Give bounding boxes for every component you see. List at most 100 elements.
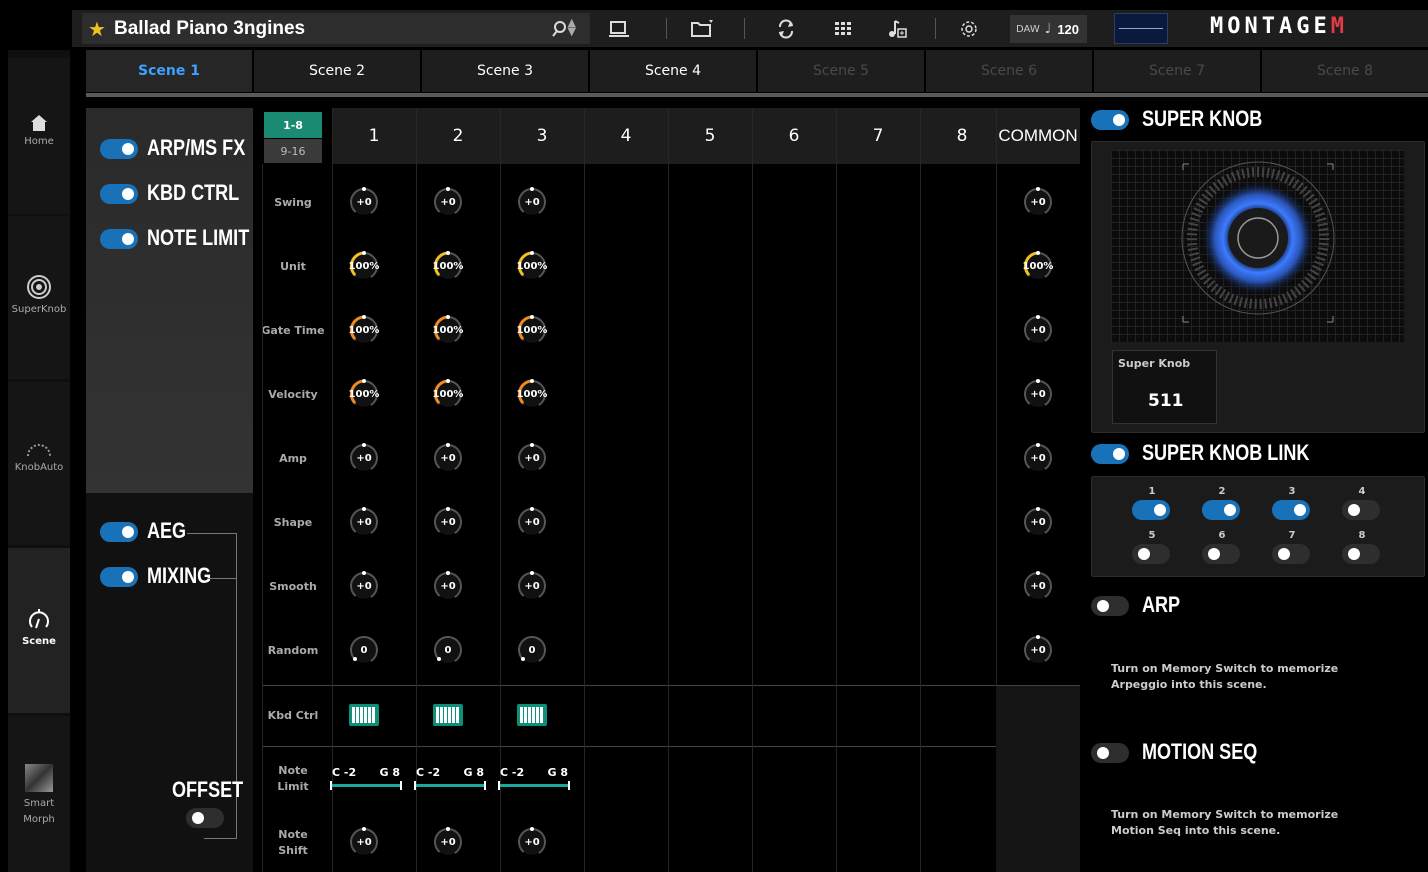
part-column-header-2: 2	[416, 108, 500, 164]
random-knob-part-3[interactable]: 0	[516, 634, 548, 666]
part-range-1-8-button[interactable]: 1-8	[264, 112, 322, 138]
link-part-toggle-1[interactable]	[1132, 500, 1170, 520]
gate-time-knob-part-2[interactable]: 100%	[432, 314, 464, 346]
aeg-toggle[interactable]	[100, 522, 138, 542]
swing-knob-part-1[interactable]: +0	[348, 186, 380, 218]
link-part-toggle-2[interactable]	[1202, 500, 1240, 520]
daw-tempo-button[interactable]: DAW ♩ 120	[1010, 15, 1087, 43]
note-shift-knob-part-2[interactable]: +0	[432, 826, 464, 858]
sync-icon[interactable]	[771, 14, 801, 43]
link-part-toggle-7[interactable]	[1272, 544, 1310, 564]
link-part-toggle-4[interactable]	[1342, 500, 1380, 520]
motion-seq-memory-toggle[interactable]	[1091, 743, 1129, 763]
tab-scene-8[interactable]: Scene 8	[1262, 50, 1428, 92]
unit-knob-part-2[interactable]: 100%	[432, 250, 464, 282]
favorite-star-icon[interactable]: ★	[88, 17, 114, 41]
row-label-amp: Amp	[279, 452, 307, 465]
tab-scene-7[interactable]: Scene 7	[1094, 50, 1260, 92]
nav-scene[interactable]: Scene	[8, 548, 70, 713]
random-knob-part-1[interactable]: 0	[348, 634, 380, 666]
knob-value: +0	[1030, 580, 1046, 592]
amp-knob-common[interactable]: +0	[1022, 442, 1054, 474]
note-limit-low: C -2	[500, 766, 525, 779]
search-icon[interactable]	[544, 14, 574, 43]
smooth-knob-part-1[interactable]: +0	[348, 570, 380, 602]
amp-knob-part-3[interactable]: +0	[516, 442, 548, 474]
link-part-toggle-8[interactable]	[1342, 544, 1380, 564]
gate-time-knob-part-3[interactable]: 100%	[516, 314, 548, 346]
knob-value: +0	[524, 196, 540, 208]
random-knob-common[interactable]: +0	[1022, 634, 1054, 666]
link-part-toggle-5[interactable]	[1132, 544, 1170, 564]
amp-knob-part-2[interactable]: +0	[432, 442, 464, 474]
tab-scene-1[interactable]: Scene 1	[86, 50, 252, 92]
column-divider	[752, 108, 753, 872]
folder-icon[interactable]	[687, 14, 717, 43]
tab-scene-4[interactable]: Scene 4	[590, 50, 756, 92]
keyboard-icon-part-1[interactable]	[349, 704, 379, 726]
super-knob-link-title: SUPER KNOB LINK	[1142, 440, 1310, 465]
mixing-toggle[interactable]	[100, 567, 138, 587]
knob-value: +0	[524, 580, 540, 592]
nav-superknob[interactable]: SuperKnob	[8, 216, 70, 379]
amp-knob-part-1[interactable]: +0	[348, 442, 380, 474]
smooth-knob-part-2[interactable]: +0	[432, 570, 464, 602]
swing-knob-part-3[interactable]: +0	[516, 186, 548, 218]
nav-home[interactable]: Home	[8, 58, 70, 214]
kbd-ctrl-toggle[interactable]	[100, 184, 138, 204]
arp-memory-toggle[interactable]	[1091, 596, 1129, 616]
random-knob-part-2[interactable]: 0	[432, 634, 464, 666]
link-part-toggle-3[interactable]	[1272, 500, 1310, 520]
row-label-kbd-ctrl: Kbd Ctrl	[267, 709, 319, 722]
smooth-knob-part-3[interactable]: +0	[516, 570, 548, 602]
unit-knob-part-3[interactable]: 100%	[516, 250, 548, 282]
gate-time-knob-common[interactable]: +0	[1022, 314, 1054, 346]
note-plus-icon[interactable]	[882, 14, 912, 43]
velocity-knob-part-1[interactable]: 100%	[348, 378, 380, 410]
settings-gear-icon[interactable]	[954, 14, 984, 43]
note-shift-knob-part-3[interactable]: +0	[516, 826, 548, 858]
shape-knob-part-2[interactable]: +0	[432, 506, 464, 538]
unit-knob-part-1[interactable]: 100%	[348, 250, 380, 282]
super-knob-toggle[interactable]	[1091, 110, 1129, 130]
part-range-9-16-button[interactable]: 9-16	[264, 139, 322, 163]
note-limit-low: C -2	[332, 766, 357, 779]
note-shift-knob-part-1[interactable]: +0	[348, 826, 380, 858]
smooth-knob-common[interactable]: +0	[1022, 570, 1054, 602]
note-limit-range-part-2[interactable]: C -2 G 8	[412, 766, 488, 790]
tab-scene-5[interactable]: Scene 5	[758, 50, 924, 92]
super-knob-value-box[interactable]: Super Knob 511	[1112, 350, 1217, 424]
knob-value: +0	[356, 516, 372, 528]
velocity-knob-part-2[interactable]: 100%	[432, 378, 464, 410]
arp-ms-fx-label: ARP/MS FX	[147, 135, 246, 160]
tab-scene-3[interactable]: Scene 3	[422, 50, 588, 92]
knob-value: +0	[524, 836, 540, 848]
preset-selector[interactable]: ★ Ballad Piano 3ngines ▲ ▼	[82, 13, 590, 44]
nav-knobauto[interactable]: KnobAuto	[8, 382, 70, 545]
live-set-icon[interactable]	[604, 14, 634, 43]
tab-scene-6[interactable]: Scene 6	[926, 50, 1092, 92]
offset-label: OFFSET	[172, 777, 244, 802]
super-knob-display[interactable]	[1111, 150, 1404, 342]
note-limit-range-part-1[interactable]: C -2 G 8	[328, 766, 404, 790]
grid-icon[interactable]	[828, 14, 858, 43]
velocity-knob-common[interactable]: +0	[1022, 378, 1054, 410]
note-limit-range-part-3[interactable]: C -2 G 8	[496, 766, 572, 790]
link-part-toggle-6[interactable]	[1202, 544, 1240, 564]
keyboard-icon-part-2[interactable]	[433, 704, 463, 726]
shape-knob-common[interactable]: +0	[1022, 506, 1054, 538]
super-knob-link-toggle[interactable]	[1091, 444, 1129, 464]
swing-knob-part-2[interactable]: +0	[432, 186, 464, 218]
nav-smartmorph[interactable]: Smart Morph	[8, 716, 70, 872]
shape-knob-part-3[interactable]: +0	[516, 506, 548, 538]
note-limit-toggle[interactable]	[100, 229, 138, 249]
gate-time-knob-part-1[interactable]: 100%	[348, 314, 380, 346]
tab-scene-2[interactable]: Scene 2	[254, 50, 420, 92]
swing-knob-common[interactable]: +0	[1022, 186, 1054, 218]
shape-knob-part-1[interactable]: +0	[348, 506, 380, 538]
unit-knob-common[interactable]: 100%	[1022, 250, 1054, 282]
velocity-knob-part-3[interactable]: 100%	[516, 378, 548, 410]
offset-toggle[interactable]	[186, 808, 224, 828]
keyboard-icon-part-3[interactable]	[517, 704, 547, 726]
arp-ms-fx-toggle[interactable]	[100, 139, 138, 159]
